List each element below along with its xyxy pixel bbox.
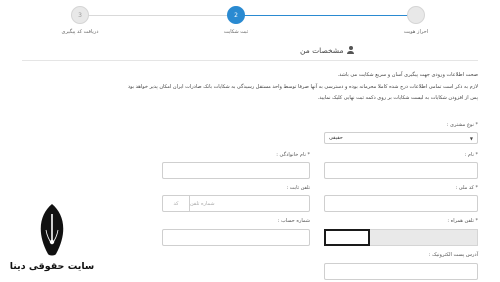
account-number-field[interactable] <box>162 229 310 246</box>
mobile-field[interactable] <box>324 229 478 246</box>
step-1-circle <box>407 6 425 24</box>
area-code-input[interactable]: کد <box>162 195 190 212</box>
landline-number-input[interactable]: شماره تلفن <box>190 195 310 212</box>
customer-type-label: * نوع مشتری : <box>446 122 478 128</box>
mobile-number-readonly <box>370 229 478 246</box>
user-icon <box>347 46 355 54</box>
section-divider <box>22 60 478 61</box>
fountain-pen-icon <box>40 204 64 256</box>
note-line-3: پس از افزودن شکایات به لیست شکایات بر رو… <box>317 95 478 101</box>
stepper-line-done <box>236 15 416 16</box>
step-3-circle: 3 <box>71 6 89 24</box>
customer-type-select[interactable]: ▼ حقیقی <box>324 132 478 144</box>
section-header: مشخصات من <box>300 44 478 56</box>
customer-type-value: حقیقی <box>329 135 343 141</box>
account-number-label: شماره حساب : <box>277 218 310 224</box>
logo-text: سایت حقوقی دینا <box>9 261 95 272</box>
first-name-field[interactable] <box>324 162 478 179</box>
email-field[interactable] <box>324 263 478 280</box>
step-3-label: دریافت کد پیگیری <box>61 29 99 35</box>
progress-stepper: 3 دریافت کد پیگیری 2 ثبت شکایت احراز هوی… <box>0 0 500 42</box>
chevron-down-icon: ▼ <box>469 135 473 141</box>
national-code-label: * کد ملی : <box>455 185 478 191</box>
note-line-1: صحت اطلاعات ورودی جهت پیگیری آسان و سریع… <box>337 72 478 78</box>
landline-label: تلفن ثابت : <box>286 185 310 191</box>
note-line-2: لازم به ذکر است تمامی اطلاعات درج شده کا… <box>127 84 478 90</box>
stepper-line <box>80 15 236 16</box>
email-label: آدرس پست الکترونیک : <box>428 252 478 258</box>
step-2-circle: 2 <box>227 6 245 24</box>
mobile-code-box[interactable] <box>324 229 370 246</box>
last-name-field[interactable] <box>162 162 310 179</box>
step-2-label: ثبت شکایت <box>223 29 249 35</box>
site-logo: سایت حقوقی دینا <box>6 200 98 282</box>
mobile-label: * تلفن همراه : <box>447 218 478 224</box>
national-code-field[interactable] <box>324 195 478 212</box>
first-name-label: * نام : <box>464 152 478 158</box>
landline-group: کد شماره تلفن <box>162 195 310 212</box>
step-1-label: احراز هویت <box>403 29 429 35</box>
section-title: مشخصات من <box>300 45 344 55</box>
last-name-label: * نام خانوادگی : <box>276 152 310 158</box>
